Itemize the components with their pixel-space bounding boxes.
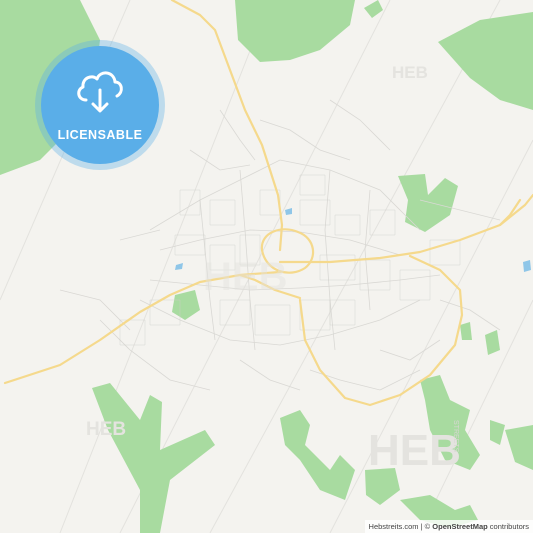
park-east-small <box>485 330 500 355</box>
attribution-separator: | © <box>418 522 433 531</box>
park-south-center <box>280 410 355 500</box>
watermark-top-right: HEB <box>392 63 428 82</box>
park-inner <box>172 290 200 320</box>
watermark-bottom-right: HEB <box>368 426 461 475</box>
park-north <box>235 0 355 62</box>
attribution: Hebstreits.com | © OpenStreetMap contrib… <box>364 520 533 533</box>
attribution-osm[interactable]: OpenStreetMap <box>432 522 487 531</box>
park-small-1 <box>364 0 383 18</box>
park-east-small-2 <box>460 322 472 340</box>
park-east <box>398 174 458 232</box>
cloud-download-icon <box>77 71 123 113</box>
watermark-subtext: STREETS <box>452 420 459 453</box>
watermark-bottom-left: HEB <box>86 419 126 440</box>
licensable-label: LICENSABLE <box>57 128 143 142</box>
watermark-text: HEB <box>203 255 287 299</box>
attribution-suffix: contributors <box>487 522 529 531</box>
road-east <box>278 193 533 264</box>
park-northeast <box>438 12 533 110</box>
park-right-edge <box>505 425 533 470</box>
attribution-site[interactable]: Hebstreits.com <box>369 522 419 531</box>
park-south-east-3 <box>490 420 505 445</box>
park-south-west <box>92 383 215 533</box>
licensable-badge[interactable]: LICENSABLE <box>41 46 159 164</box>
watermark-center: HEB <box>203 255 287 299</box>
